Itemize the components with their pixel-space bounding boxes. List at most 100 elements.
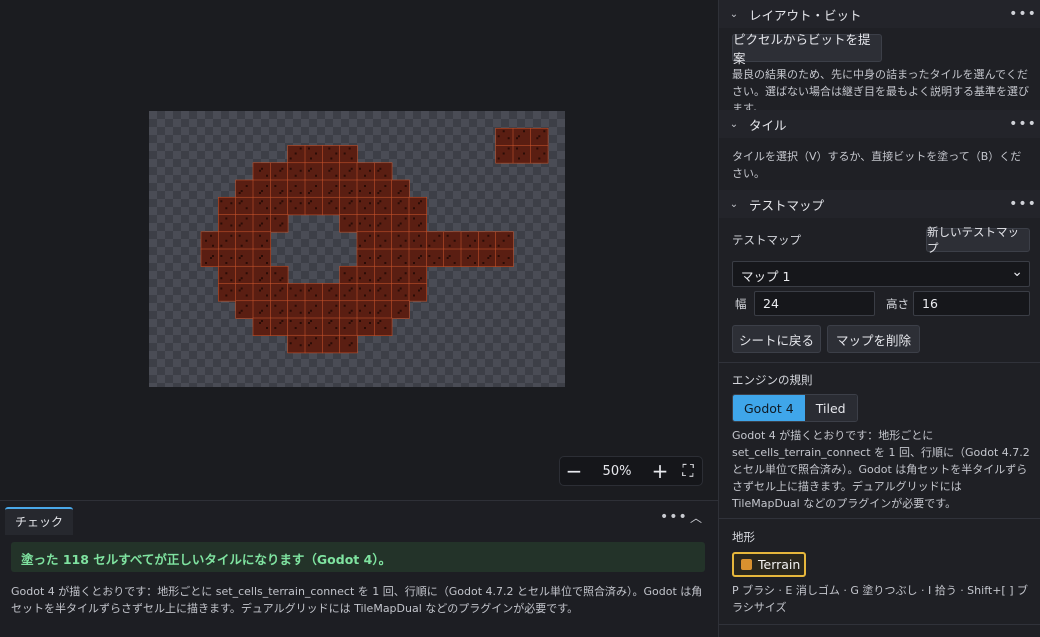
tile-texture [369,289,371,292]
tile-texture [399,222,402,225]
terrain-tile [252,196,272,216]
tile-texture [261,222,263,225]
height-field[interactable]: 16 [913,291,1030,316]
section-tiles-header[interactable]: ⌄ タイル ••• [719,110,1040,138]
more-icon[interactable]: ••• [1005,196,1040,212]
tab-check[interactable]: チェック [5,507,74,535]
terrain-tile [252,179,272,198]
tile-texture [240,190,243,192]
section-title: タイル [749,117,787,133]
check-success-message: 塗った 118 セルすべてが正しいタイルになります（Godot 4）。 [11,542,705,572]
engine-option-godot4[interactable]: Godot 4 [733,395,805,421]
tile-texture [274,174,277,177]
tile-texture [294,304,297,307]
tile-texture [335,337,338,340]
back-to-sheet-button[interactable]: シートに戻る [732,325,821,353]
terrain-chip[interactable]: Terrain [732,552,806,577]
tile-texture [487,234,490,237]
test-map-canvas[interactable] [149,111,565,387]
tile-texture [308,344,310,347]
tile-texture [482,262,485,264]
engine-option-tiled[interactable]: Tiled [804,395,857,421]
tile-texture [266,185,268,187]
terrain-tile [374,231,393,250]
terrain-tile [200,231,220,250]
tile-texture [369,311,371,314]
more-icon[interactable]: ••• [1005,6,1040,22]
zoom-controls: − 50% + ⛶ [559,456,703,486]
collapse-icon[interactable]: ︿ [690,509,702,526]
tile-texture [377,279,380,282]
tile-texture [438,234,441,237]
new-test-map-button[interactable]: 新しいテストマップ [926,225,1030,255]
test-map-label: テストマップ [732,233,801,247]
tile-texture [308,289,310,292]
tile-texture [350,222,353,225]
terrain-tile [391,265,410,285]
zoom-out-button[interactable]: − [560,457,588,485]
section-layout-bits-header[interactable]: ⌄ レイアウト・ビット ••• [719,0,1040,28]
tile-texture [497,135,500,138]
terrain-tile [218,196,237,216]
tile-texture [315,174,317,177]
tile-texture [259,202,261,205]
terrain-tile [408,196,428,216]
tile-texture [220,200,223,203]
tile-texture [507,234,510,237]
terrain-tile [200,248,220,267]
tile-texture [348,147,351,150]
tile-texture [379,320,382,322]
section-test-map-header[interactable]: ⌄ テストマップ ••• [719,190,1040,218]
tile-texture [379,309,382,312]
tile-texture [543,130,546,133]
tile-texture [377,257,380,259]
terrain-tile [322,179,341,198]
canvas-area[interactable]: − 50% + ⛶ [0,0,718,500]
tile-texture [238,257,241,259]
tile-texture [335,207,338,210]
chevron-down-icon[interactable]: ⌄ [719,9,749,20]
tile-texture [369,257,371,259]
chevron-down-icon[interactable]: ⌄ [719,199,749,210]
tile-texture [281,167,284,170]
zoom-in-button[interactable]: + [646,457,674,485]
tile-texture [502,130,505,133]
tile-texture [259,289,261,292]
terrain-tile [356,248,376,267]
tile-texture [413,207,415,210]
tile-texture [507,147,510,150]
width-field[interactable]: 24 [754,291,875,316]
tile-texture [359,287,361,290]
check-more-icon[interactable]: ••• [660,509,688,525]
tile-texture [230,224,233,227]
tile-texture [543,152,546,155]
fit-to-screen-icon[interactable]: ⛶ [674,457,702,485]
tile-texture [310,157,312,160]
tile-texture [274,304,277,307]
tile-texture [310,167,312,170]
tile-texture [308,169,310,172]
tile-texture [350,342,353,345]
tile-texture [446,234,449,237]
tile-texture [335,174,338,177]
suggest-bits-button[interactable]: ピクセルからビットを提案 [732,32,882,66]
tile-texture [230,234,233,237]
tile-texture [413,272,415,275]
terrain-tile [235,214,254,233]
tile-texture [310,342,312,345]
tile-grid [200,127,549,354]
tile-texture [330,287,333,290]
terrain-tile [443,231,462,250]
terrain-tile [356,300,376,319]
tile-texture [225,272,228,275]
tile-texture [507,257,510,259]
tile-texture [299,289,302,292]
chevron-down-icon[interactable]: ⌄ [719,119,749,130]
more-icon[interactable]: ••• [1005,116,1040,132]
delete-map-button[interactable]: マップを削除 [827,325,920,353]
terrain-tile [374,300,393,319]
map-select[interactable]: マップ 1 ⌄ [732,261,1030,287]
tile-texture [399,200,402,203]
tile-texture [446,257,449,259]
tile-texture [315,185,317,187]
